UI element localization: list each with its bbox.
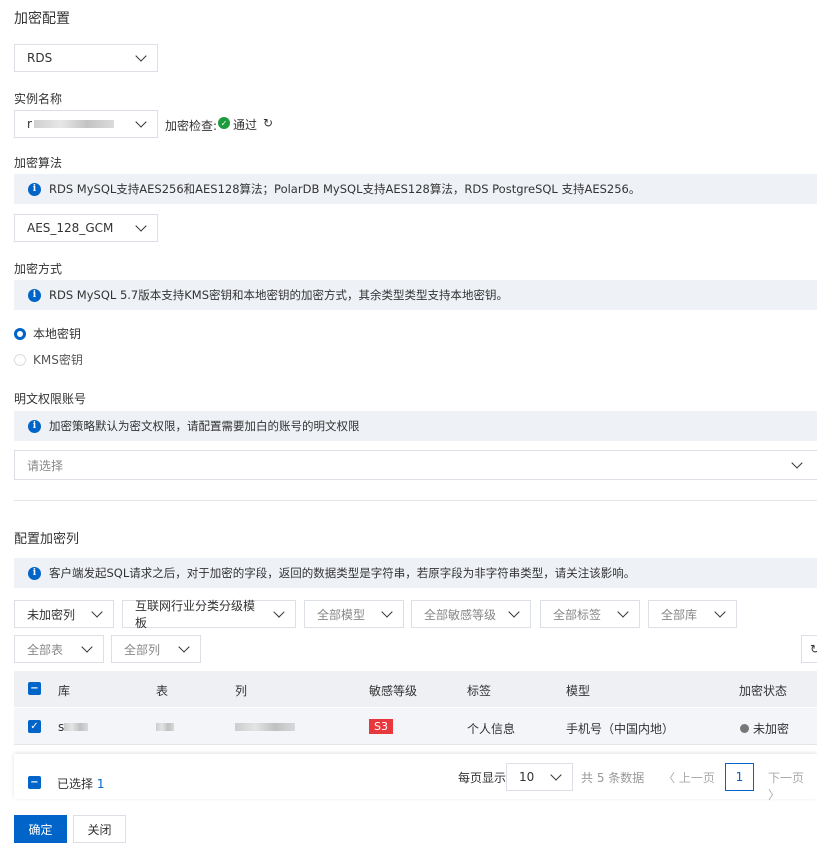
chevron-down-icon — [81, 641, 93, 653]
confirm-button[interactable]: 确定 — [14, 815, 67, 843]
filter-encrypt-status[interactable]: 未加密列 — [14, 600, 114, 628]
filter-value: 全部库 — [661, 607, 698, 622]
filter-template[interactable]: 互联网行业分类分级模板 — [122, 599, 296, 630]
column-header: 加密状态 — [739, 684, 788, 698]
radio-local-key[interactable]: 本地密钥 — [14, 325, 81, 342]
info-icon: i — [28, 182, 41, 196]
filter-value: 全部列 — [124, 642, 161, 657]
radio-checked-icon — [14, 327, 26, 340]
table-row[interactable] — [14, 708, 817, 745]
cell-model: 手机号（中国内地） — [566, 722, 675, 736]
info-icon: i — [28, 566, 41, 580]
info-icon: i — [28, 419, 41, 433]
chevron-down-icon — [714, 606, 726, 618]
filter-value: 全部模型 — [317, 607, 366, 622]
chevron-down-icon — [135, 50, 147, 62]
plaintext-label: 明文权限账号 — [14, 392, 87, 406]
filter-tag[interactable]: 全部标签 — [540, 600, 640, 628]
placeholder: 请选择 — [27, 458, 64, 473]
cell-db: s — [58, 720, 89, 734]
column-header: 列 — [235, 684, 248, 698]
instance-value: r — [27, 117, 114, 131]
chevron-down-icon — [550, 769, 562, 781]
cell-table — [156, 720, 174, 734]
chevron-right-icon: 〉 — [768, 788, 781, 802]
info-text: RDS MySQL支持AES256和AES128算法；PolarDB MySQL… — [49, 182, 641, 196]
info-text: RDS MySQL 5.7版本支持KMS密钥和本地密钥的加密方式，其余类型类型支… — [49, 288, 508, 302]
chevron-left-icon: 〈 — [663, 771, 679, 785]
page-number-button[interactable]: 1 — [725, 763, 754, 791]
columns-info: i 客户端发起SQL请求之后，对于加密的字段，返回的数据类型是字符串，若原字段为非… — [14, 558, 817, 588]
refresh-icon[interactable]: ↻ — [263, 116, 273, 130]
chevron-down-icon — [135, 116, 147, 128]
info-text: 客户端发起SQL请求之后，对于加密的字段，返回的数据类型是字符串，若原字段为非字… — [49, 566, 636, 580]
filter-value: 全部标签 — [553, 607, 602, 622]
status-dot-icon — [740, 724, 749, 733]
divider — [14, 500, 817, 501]
prev-page-button[interactable]: 〈 上一页 — [663, 769, 715, 786]
check-status: 通过 — [233, 118, 258, 132]
column-header: 库 — [58, 684, 71, 698]
filter-model[interactable]: 全部模型 — [304, 600, 404, 628]
cell-tag: 个人信息 — [467, 722, 516, 736]
select-all-checkbox[interactable]: − — [28, 682, 41, 695]
chevron-down-icon — [791, 457, 803, 469]
selected-count: 已选择 1 — [57, 777, 105, 791]
cell-column — [235, 720, 295, 734]
filter-value: 未加密列 — [27, 607, 76, 622]
filter-db[interactable]: 全部库 — [648, 600, 737, 628]
sensitivity-badge: S3 — [369, 719, 393, 734]
radio-label: 本地密钥 — [33, 327, 82, 341]
plaintext-info: i 加密策略默认为密文权限，请配置需要加白的账号的明文权限 — [14, 411, 817, 441]
cell-status: 未加密 — [740, 720, 789, 737]
filter-value: 全部表 — [27, 642, 64, 657]
chevron-down-icon — [508, 606, 520, 618]
check-circle-icon: ✓ — [218, 117, 230, 129]
column-header: 标签 — [467, 684, 492, 698]
algorithm-value: AES_128_GCM — [27, 221, 114, 235]
filter-level[interactable]: 全部敏感等级 — [411, 600, 531, 628]
chevron-down-icon — [135, 220, 147, 232]
column-header: 敏感等级 — [369, 684, 418, 698]
filter-value: 全部敏感等级 — [424, 607, 497, 622]
instance-select[interactable]: r — [14, 110, 158, 138]
info-text: 加密策略默认为密文权限，请配置需要加白的账号的明文权限 — [49, 419, 360, 433]
page-size-label: 每页显示 — [458, 771, 507, 785]
algorithm-select[interactable]: AES_128_GCM — [14, 214, 158, 242]
filter-value: 互联网行业分类分级模板 — [135, 599, 256, 630]
page-title: 加密配置 — [14, 11, 70, 27]
row-checkbox[interactable]: ✓ — [28, 720, 41, 733]
algorithm-info: i RDS MySQL支持AES256和AES128算法；PolarDB MySQ… — [14, 174, 817, 204]
chevron-down-icon — [178, 641, 190, 653]
info-icon: i — [28, 288, 41, 302]
page-size-select[interactable]: 10 — [506, 763, 573, 791]
page-size-value: 10 — [519, 770, 535, 784]
chevron-down-icon — [273, 606, 285, 618]
radio-label: KMS密钥 — [33, 353, 83, 367]
radio-kms-key[interactable]: KMS密钥 — [14, 351, 83, 368]
refresh-button[interactable]: ↻ — [801, 635, 817, 663]
instance-label: 实例名称 — [14, 92, 63, 106]
encryption-check-label: 加密检查: — [165, 119, 218, 133]
section-title: 配置加密列 — [14, 532, 80, 547]
radio-unchecked-icon — [14, 353, 26, 366]
total-count: 共 5 条数据 — [581, 771, 645, 785]
filter-column[interactable]: 全部列 — [111, 635, 201, 663]
chevron-down-icon — [617, 606, 629, 618]
db-type-select[interactable]: RDS — [14, 44, 158, 72]
refresh-icon: ↻ — [810, 642, 817, 656]
chevron-down-icon — [91, 606, 103, 618]
db-type-value: RDS — [27, 51, 53, 65]
plaintext-account-select[interactable]: 请选择 — [14, 450, 817, 480]
next-page-button[interactable]: 下一页 〉 — [768, 769, 817, 803]
method-label: 加密方式 — [14, 262, 63, 276]
close-button[interactable]: 关闭 — [73, 815, 126, 843]
chevron-down-icon — [381, 606, 393, 618]
algorithm-label: 加密算法 — [14, 156, 63, 170]
filter-table[interactable]: 全部表 — [14, 635, 104, 663]
column-header: 模型 — [566, 684, 591, 698]
method-info: i RDS MySQL 5.7版本支持KMS密钥和本地密钥的加密方式，其余类型类型… — [14, 280, 817, 310]
column-header: 表 — [156, 684, 169, 698]
footer-select-checkbox[interactable]: − — [28, 776, 41, 789]
